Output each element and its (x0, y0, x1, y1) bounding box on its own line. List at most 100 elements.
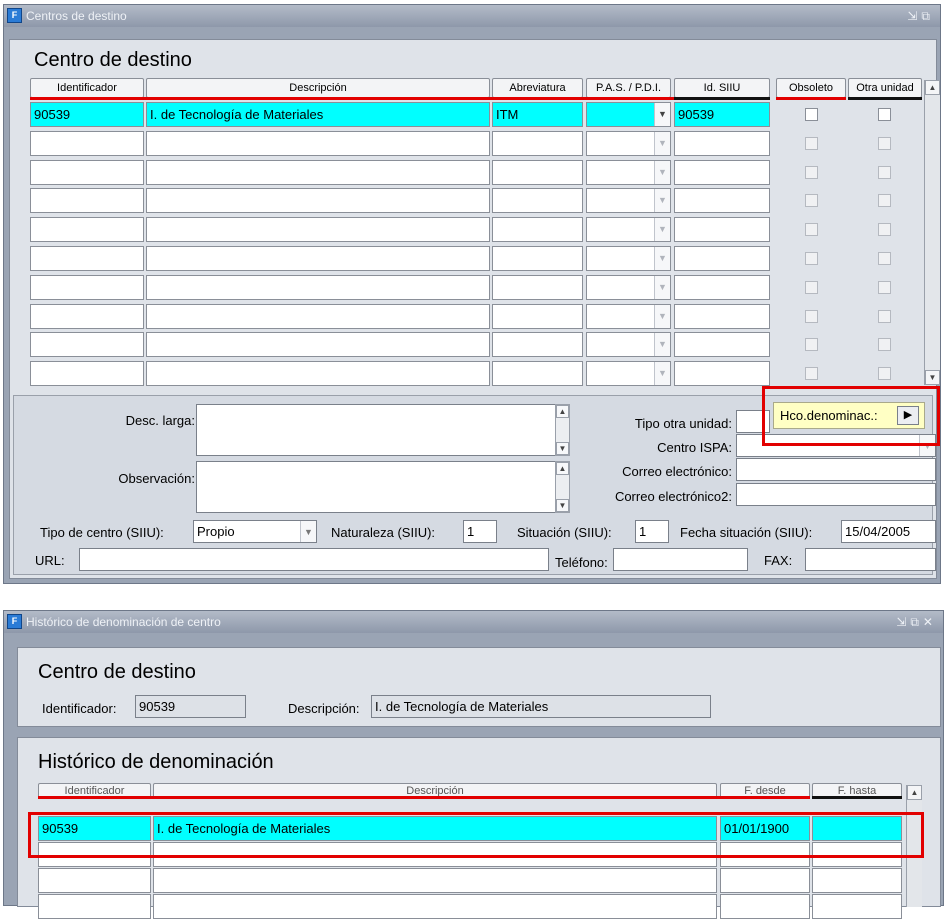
hist-cell-identificador[interactable] (38, 842, 151, 867)
hist-cell-descripcion[interactable] (153, 868, 717, 893)
grid-cell-id_siiu[interactable] (674, 332, 770, 358)
scroll-up-icon[interactable]: ▲ (925, 80, 940, 95)
checkbox-otra-unidad[interactable] (878, 280, 891, 294)
ident-field[interactable]: 90539 (135, 695, 246, 718)
grid-cell-identificador[interactable] (30, 159, 144, 185)
chevron-down-icon[interactable]: ▼ (654, 247, 670, 270)
grid-cell-abreviatura[interactable] (492, 217, 583, 243)
desc-field[interactable]: I. de Tecnología de Materiales (371, 695, 711, 718)
chevron-down-icon[interactable]: ▼ (654, 103, 670, 126)
grid-cell-descripcion[interactable] (146, 274, 490, 300)
desc-larga-scroll-up-icon[interactable]: ▲ (556, 405, 569, 418)
checkbox-otra-unidad[interactable] (878, 165, 891, 179)
grid-cell-id_siiu[interactable] (674, 130, 770, 156)
desc-larga-textarea[interactable] (196, 404, 556, 456)
grid-cell-abreviatura[interactable] (492, 274, 583, 300)
grid-cell-identificador[interactable] (30, 303, 144, 329)
grid-cell-abreviatura[interactable]: ITM (492, 102, 583, 127)
checkbox-otra-unidad[interactable] (878, 367, 891, 381)
grid-cell-pas[interactable]: ▼ (586, 130, 671, 156)
grid-cell-descripcion[interactable] (146, 332, 490, 358)
hist-cell-descripcion[interactable]: I. de Tecnología de Materiales (153, 816, 717, 841)
col-header-otra-unidad[interactable]: Otra unidad (848, 78, 922, 98)
hist-cell-f_hasta[interactable] (812, 894, 902, 919)
scroll-up-icon[interactable]: ▲ (907, 785, 922, 800)
hist-cell-identificador[interactable] (38, 894, 151, 919)
hist-cell-descripcion[interactable] (153, 894, 717, 919)
hco-denominac-tooltip[interactable]: Hco.denominac.: ▶ (773, 402, 925, 429)
checkbox-obsoleto[interactable] (805, 165, 818, 179)
col-header-identificador[interactable]: Identificador (30, 78, 144, 98)
chevron-down-icon[interactable]: ▼ (654, 160, 670, 184)
grid-cell-descripcion[interactable] (146, 303, 490, 329)
checkbox-obsoleto[interactable] (805, 252, 818, 265)
grid-cell-pas[interactable]: ▼ (586, 246, 671, 271)
grid-cell-descripcion[interactable]: I. de Tecnología de Materiales (146, 102, 490, 127)
grid-cell-descripcion[interactable] (146, 246, 490, 271)
checkbox-obsoleto[interactable] (805, 223, 818, 237)
hist-cell-f_desde[interactable] (720, 868, 810, 893)
desc-larga-scroll-down-icon[interactable]: ▼ (556, 442, 569, 455)
grid-cell-id_siiu[interactable] (674, 159, 770, 185)
grid-cell-id_siiu[interactable] (674, 246, 770, 271)
grid-cell-identificador[interactable] (30, 246, 144, 271)
checkbox-obsoleto[interactable] (805, 367, 818, 381)
naturaleza-field[interactable]: 1 (463, 520, 497, 543)
grid-cell-identificador[interactable] (30, 188, 144, 214)
hist-cell-identificador[interactable]: 90539 (38, 816, 151, 841)
chevron-down-icon[interactable]: ▼ (654, 275, 670, 299)
grid-cell-identificador[interactable] (30, 361, 144, 387)
checkbox-otra-unidad[interactable] (878, 338, 891, 352)
chevron-down-icon[interactable]: ▼ (654, 304, 670, 328)
tipo-otra-unidad-field[interactable] (736, 410, 770, 433)
checkbox-obsoleto[interactable] (805, 309, 818, 323)
hist-cell-f_hasta[interactable] (812, 868, 902, 893)
col-header-descripcion[interactable]: Descripción (146, 78, 490, 98)
grid-cell-pas[interactable]: ▼ (586, 361, 671, 387)
chevron-down-icon[interactable]: ▼ (919, 435, 935, 456)
chevron-down-icon[interactable]: ▼ (654, 189, 670, 213)
checkbox-obsoleto[interactable] (805, 136, 818, 150)
grid-cell-descripcion[interactable] (146, 361, 490, 387)
observacion-textarea[interactable] (196, 461, 556, 513)
grid-cell-identificador[interactable] (30, 332, 144, 358)
grid-cell-abreviatura[interactable] (492, 332, 583, 358)
chevron-down-icon[interactable]: ▼ (654, 333, 670, 357)
grid-cell-id_siiu[interactable]: 90539 (674, 102, 770, 127)
situacion-field[interactable]: 1 (635, 520, 669, 543)
grid-cell-identificador[interactable]: 90539 (30, 102, 144, 127)
col-header-obsoleto[interactable]: Obsoleto (776, 78, 846, 98)
window2-titlebar[interactable]: F Histórico de denominación de centro ⇲⧉… (4, 611, 943, 633)
checkbox-obsoleto[interactable] (805, 194, 818, 208)
grid-cell-pas[interactable]: ▼ (586, 303, 671, 329)
grid-cell-descripcion[interactable] (146, 159, 490, 185)
chevron-down-icon[interactable]: ▼ (300, 521, 316, 542)
grid-cell-abreviatura[interactable] (492, 130, 583, 156)
correo-field[interactable] (736, 458, 936, 481)
grid-cell-identificador[interactable] (30, 274, 144, 300)
grid-cell-id_siiu[interactable] (674, 361, 770, 387)
hist-cell-f_desde[interactable] (720, 842, 810, 867)
grid-cell-abreviatura[interactable] (492, 303, 583, 329)
observacion-scroll[interactable]: ▲ ▼ (555, 461, 570, 513)
grid-cell-descripcion[interactable] (146, 217, 490, 243)
grid-cell-pas[interactable]: ▼ (586, 102, 671, 127)
grid-cell-pas[interactable]: ▼ (586, 274, 671, 300)
checkbox-otra-unidad[interactable] (878, 252, 891, 265)
observacion-scroll-down-icon[interactable]: ▼ (556, 499, 569, 512)
chevron-down-icon[interactable]: ▼ (654, 362, 670, 386)
grid-cell-identificador[interactable] (30, 130, 144, 156)
play-arrow-icon[interactable]: ▶ (897, 406, 919, 425)
grid-cell-abreviatura[interactable] (492, 188, 583, 214)
grid-cell-descripcion[interactable] (146, 130, 490, 156)
grid-cell-pas[interactable]: ▼ (586, 159, 671, 185)
grid-cell-identificador[interactable] (30, 217, 144, 243)
hist-cell-f_desde[interactable] (720, 894, 810, 919)
grid-cell-id_siiu[interactable] (674, 217, 770, 243)
window2-controls[interactable]: ⇲⧉✕ (896, 611, 937, 633)
checkbox-otra-unidad[interactable] (878, 136, 891, 150)
grid-cell-pas[interactable]: ▼ (586, 332, 671, 358)
grid-cell-id_siiu[interactable] (674, 188, 770, 214)
grid-cell-abreviatura[interactable] (492, 361, 583, 387)
grid-cell-descripcion[interactable] (146, 188, 490, 214)
